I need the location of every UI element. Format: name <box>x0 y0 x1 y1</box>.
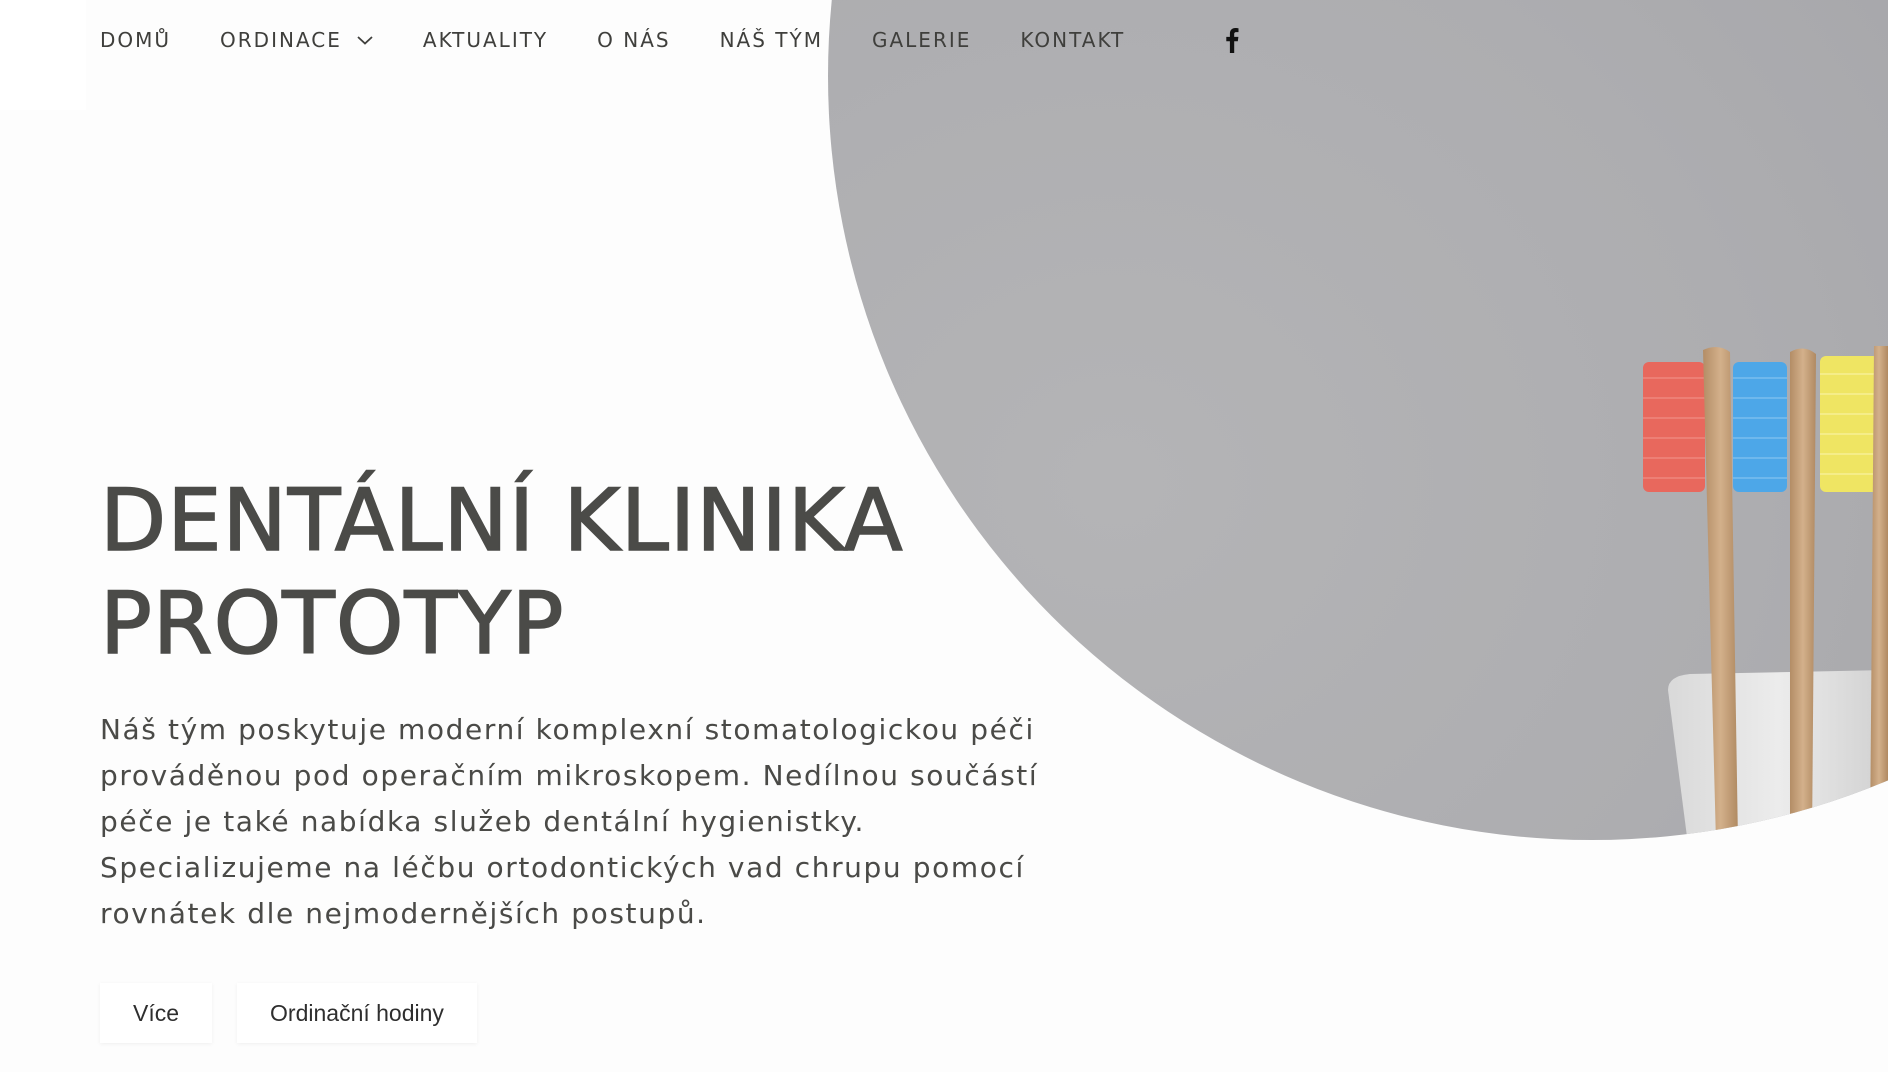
nav-item-o-nas[interactable]: O NÁS <box>597 28 670 52</box>
nav-item-kontakt[interactable]: KONTAKT <box>1020 28 1125 52</box>
page-title-line-2: PROTOTYP <box>99 573 565 675</box>
page-title-line-1: DENTÁLNÍ KLINIKA <box>99 470 904 572</box>
hero-description: Náš tým poskytuje moderní komplexní stom… <box>100 713 1039 930</box>
nav-item-aktuality[interactable]: AKTUALITY <box>423 28 548 52</box>
opening-hours-button[interactable]: Ordinační hodiny <box>237 983 477 1043</box>
nav-item-galerie[interactable]: GALERIE <box>872 28 971 52</box>
facebook-link[interactable] <box>1222 24 1242 56</box>
main-nav: DOMŮ ORDINACE AKTUALITY O NÁS NÁŠ TÝM GA… <box>100 24 1242 56</box>
chevron-down-icon <box>357 36 373 45</box>
more-button[interactable]: Více <box>100 983 213 1043</box>
hero-section: DENTÁLNÍ KLINIKA PROTOTYP Náš tým poskyt… <box>99 470 1060 937</box>
nav-item-domu[interactable]: DOMŮ <box>100 28 171 52</box>
hero-actions: Více Ordinační hodiny <box>100 983 477 1043</box>
nav-item-ordinace-label: ORDINACE <box>220 28 342 52</box>
nav-item-nas-tym[interactable]: NÁŠ TÝM <box>720 28 823 52</box>
header-strip <box>0 0 86 110</box>
nav-item-ordinace[interactable]: ORDINACE <box>220 28 374 52</box>
page-title: DENTÁLNÍ KLINIKA PROTOTYP <box>99 470 1060 676</box>
facebook-icon <box>1226 28 1239 53</box>
